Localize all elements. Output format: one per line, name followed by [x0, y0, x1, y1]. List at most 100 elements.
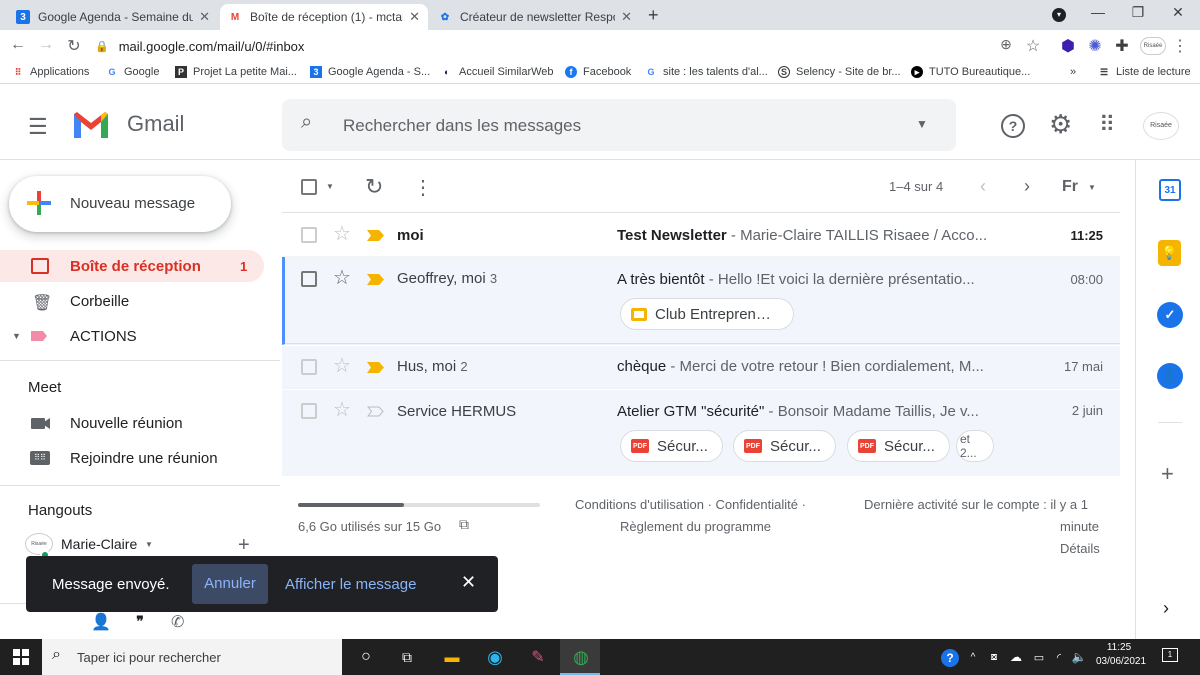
- tab-google-agenda[interactable]: 3 Google Agenda - Semaine du 31 ✕: [8, 4, 218, 30]
- search-input[interactable]: Rechercher dans les messages: [343, 116, 581, 136]
- reading-list[interactable]: ☰ Liste de lecture: [1098, 66, 1191, 78]
- attachment-chip[interactable]: PDF Sécur...: [733, 430, 836, 462]
- bookmark-projet[interactable]: P Projet La petite Mai...: [175, 66, 297, 78]
- prev-page-icon[interactable]: ‹: [980, 176, 986, 197]
- input-language-badge[interactable]: Fr: [1062, 178, 1078, 196]
- contacts-addon-icon[interactable]: 👤: [1157, 363, 1183, 389]
- meet-join-meeting[interactable]: ⠿⠿ Rejoindre une réunion: [0, 442, 264, 474]
- phone-icon[interactable]: ✆: [171, 612, 184, 632]
- account-avatar[interactable]: Risaée: [1143, 112, 1179, 140]
- nav-item-actions[interactable]: ▼ ACTIONS: [0, 320, 264, 352]
- reload-icon[interactable]: ↻: [64, 36, 84, 56]
- new-tab-icon[interactable]: +: [648, 5, 659, 26]
- keep-addon-icon[interactable]: 💡: [1158, 240, 1181, 266]
- bookmark-star-icon[interactable]: ☆: [1023, 36, 1043, 56]
- bookmark-google[interactable]: G Google: [106, 66, 159, 78]
- chrome-menu-icon[interactable]: ⋮: [1170, 36, 1190, 56]
- tab-gmail-inbox[interactable]: M Boîte de réception (1) - mctaillis ✕: [220, 4, 428, 30]
- row-checkbox[interactable]: [301, 403, 317, 419]
- attachment-chip[interactable]: Club Entrepreneurs: [620, 298, 794, 330]
- language-dropdown-icon[interactable]: ▼: [1088, 183, 1096, 192]
- tab-search-icon[interactable]: ▾: [1052, 8, 1066, 22]
- refresh-icon[interactable]: ↻: [365, 174, 383, 200]
- taskbar-search-input[interactable]: Taper ici pour rechercher: [77, 650, 221, 665]
- search-options-icon[interactable]: ▼: [916, 117, 928, 131]
- help-icon[interactable]: ?: [1001, 114, 1025, 138]
- extensions-puzzle-icon[interactable]: ✚: [1112, 36, 1132, 56]
- person-icon[interactable]: 👤: [91, 612, 111, 632]
- extension-hex-icon[interactable]: ⬢: [1058, 36, 1078, 56]
- close-icon[interactable]: ✕: [199, 9, 210, 25]
- maximize-icon[interactable]: ❐: [1118, 4, 1158, 24]
- minimize-icon[interactable]: —: [1078, 4, 1118, 24]
- hangouts-chat-icon[interactable]: ❞: [129, 610, 151, 632]
- meet-now-icon[interactable]: ⧇: [987, 645, 1001, 669]
- close-icon[interactable]: ✕: [621, 9, 632, 25]
- row-checkbox[interactable]: [301, 359, 317, 375]
- meet-new-meeting[interactable]: Nouvelle réunion: [0, 407, 264, 439]
- bookmark-selency[interactable]: S Selency - Site de br...: [778, 66, 901, 78]
- program-policy-link[interactable]: Règlement du programme: [620, 519, 771, 534]
- privacy-link[interactable]: Confidentialité: [716, 497, 798, 512]
- more-options-icon[interactable]: ⋮: [413, 175, 433, 200]
- bookmark-facebook[interactable]: f Facebook: [565, 66, 631, 78]
- row-checkbox[interactable]: [301, 227, 317, 243]
- tray-expand-icon[interactable]: ^: [966, 645, 980, 669]
- attachment-chip[interactable]: PDF Sécur...: [847, 430, 950, 462]
- windows-start-icon[interactable]: [13, 649, 29, 665]
- view-message-link[interactable]: Afficher le message: [285, 576, 416, 593]
- star-icon[interactable]: ☆: [333, 224, 351, 244]
- battery-icon[interactable]: ▭: [1031, 645, 1047, 669]
- tasks-addon-icon[interactable]: ✓: [1157, 302, 1183, 328]
- star-icon[interactable]: ☆: [333, 356, 351, 376]
- task-view-icon[interactable]: ⧉: [396, 645, 418, 669]
- undo-button[interactable]: Annuler: [192, 564, 268, 604]
- help-tray-icon[interactable]: ?: [941, 649, 959, 667]
- main-menu-icon[interactable]: ☰: [28, 114, 48, 140]
- next-page-icon[interactable]: ›: [1024, 176, 1030, 197]
- search-icon[interactable]: ⌕: [301, 111, 312, 134]
- star-icon[interactable]: ☆: [333, 400, 351, 420]
- activity-details-link[interactable]: Détails: [1060, 541, 1100, 556]
- important-marker-outline-icon[interactable]: [367, 406, 384, 417]
- more-bookmarks-icon[interactable]: »: [1070, 66, 1076, 78]
- more-attachments-chip[interactable]: et 2...: [956, 430, 994, 462]
- close-toast-icon[interactable]: ✕: [461, 572, 476, 593]
- add-hangout-icon[interactable]: +: [238, 534, 250, 557]
- external-link-icon[interactable]: ⧉: [459, 516, 469, 533]
- paint-app-icon[interactable]: ✎: [526, 645, 550, 669]
- edge-browser-icon[interactable]: ◉: [483, 645, 507, 669]
- extension-spark-icon[interactable]: ✺: [1085, 36, 1105, 56]
- chevron-down-icon[interactable]: ▼: [145, 540, 153, 549]
- row-checkbox[interactable]: [301, 271, 317, 287]
- taskbar-clock[interactable]: 11:25 03/06/2021: [1096, 642, 1146, 667]
- terms-link[interactable]: Conditions d'utilisation: [575, 497, 704, 512]
- zoom-icon[interactable]: ⊕: [996, 36, 1016, 53]
- bookmark-tuto[interactable]: ▸ TUTO Bureautique...: [911, 66, 1030, 78]
- bookmark-talents[interactable]: Gsite : les talents d'al...: [645, 66, 767, 78]
- bookmark-similarweb[interactable]: ◐ Accueil SimilarWeb: [441, 66, 553, 78]
- select-dropdown-icon[interactable]: ▼: [326, 182, 334, 191]
- settings-gear-icon[interactable]: ⚙: [1049, 109, 1072, 140]
- wifi-icon[interactable]: ◜: [1052, 645, 1066, 669]
- bookmark-google-agenda[interactable]: 3 Google Agenda - S...: [310, 66, 430, 78]
- nav-item-trash[interactable]: 🗑 Corbeille: [0, 285, 264, 317]
- google-apps-icon[interactable]: ⠿: [1099, 112, 1115, 138]
- back-icon[interactable]: ←: [8, 36, 28, 54]
- collapse-panel-icon[interactable]: ›: [1163, 598, 1169, 619]
- profile-avatar[interactable]: Risaée: [1140, 37, 1166, 55]
- nav-item-inbox[interactable]: Boîte de réception 1: [0, 250, 264, 282]
- close-icon[interactable]: ✕: [409, 9, 420, 25]
- hangouts-user-name[interactable]: Marie-Claire: [61, 536, 137, 552]
- window-close-icon[interactable]: ✕: [1158, 4, 1198, 24]
- onedrive-icon[interactable]: ☁: [1007, 645, 1025, 669]
- tab-newsletter-creator[interactable]: ✿ Créateur de newsletter Responsi ✕: [430, 4, 640, 30]
- important-marker-icon[interactable]: [367, 230, 384, 241]
- bookmark-applications[interactable]: ⠿ Applications: [12, 66, 90, 78]
- star-icon[interactable]: ☆: [333, 268, 351, 288]
- important-marker-icon[interactable]: [367, 274, 384, 285]
- file-explorer-icon[interactable]: ▬: [440, 645, 464, 669]
- address-bar[interactable]: 🔒 mail.google.com/mail/u/0/#inbox: [95, 33, 1050, 59]
- important-marker-icon[interactable]: [367, 362, 384, 373]
- volume-icon[interactable]: 🔈: [1071, 645, 1087, 669]
